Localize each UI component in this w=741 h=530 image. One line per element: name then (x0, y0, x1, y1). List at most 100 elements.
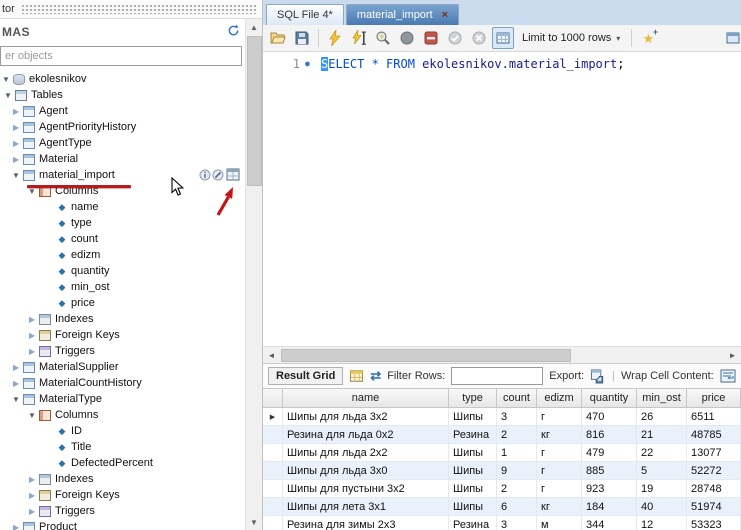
column-header[interactable]: type (449, 389, 497, 407)
row-selector[interactable] (263, 516, 283, 530)
save-snippet-icon[interactable]: ★+ (637, 27, 659, 49)
column-header[interactable]: quantity (582, 389, 637, 407)
scrollbar-thumb[interactable] (247, 36, 262, 186)
cell[interactable]: 3 (497, 408, 537, 425)
tree-item-columns[interactable]: ▼Columns (0, 407, 262, 423)
scroll-right-icon[interactable]: ► (724, 351, 741, 360)
cell[interactable]: Шипы (449, 498, 497, 515)
table-row[interactable]: Шипы для льда 3x0 Шипы 9 г 885 5 52272 (263, 462, 741, 480)
panel-grip[interactable] (21, 4, 256, 14)
tree-item-schema[interactable]: ▼ekolesnikov (0, 71, 262, 87)
tree-item-indexes[interactable]: ▶Indexes (0, 311, 262, 327)
cell[interactable]: 5 (637, 462, 687, 479)
cell[interactable]: 52272 (687, 462, 741, 479)
expand-icon[interactable]: ▼ (27, 411, 37, 420)
tree-item-column[interactable]: ◆name (0, 199, 262, 215)
row-selector[interactable] (263, 426, 283, 443)
open-script-icon[interactable] (267, 27, 289, 49)
cell[interactable]: кг (537, 498, 582, 515)
cell[interactable]: 816 (582, 426, 637, 443)
expand-icon[interactable]: ▶ (27, 315, 37, 324)
explain-icon[interactable] (372, 27, 394, 49)
cell[interactable]: 1 (497, 444, 537, 461)
tree-item-tables[interactable]: ▼Tables (0, 87, 262, 103)
cell[interactable]: Шипы для лета 3x1 (283, 498, 449, 515)
scroll-up-icon[interactable]: ▲ (246, 19, 262, 35)
cell[interactable]: 2 (497, 480, 537, 497)
expand-icon[interactable]: ▼ (11, 395, 21, 404)
cell[interactable]: 40 (637, 498, 687, 515)
cell[interactable]: 51974 (687, 498, 741, 515)
cell[interactable]: 26 (637, 408, 687, 425)
cell[interactable]: 923 (582, 480, 637, 497)
cell[interactable]: г (537, 408, 582, 425)
table-row[interactable]: Шипы для лета 3x1 Шипы 6 кг 184 40 51974 (263, 498, 741, 516)
tree-item-column[interactable]: ◆count (0, 231, 262, 247)
cell[interactable]: 6511 (687, 408, 741, 425)
tree-item-foreign-keys[interactable]: ▶Foreign Keys (0, 327, 262, 343)
editor-horizontal-scrollbar[interactable]: ◄ ► (263, 346, 741, 363)
expand-icon[interactable]: ▼ (11, 171, 21, 180)
cell[interactable]: 885 (582, 462, 637, 479)
export-icon[interactable] (590, 369, 606, 384)
save-script-icon[interactable] (291, 27, 313, 49)
cell[interactable]: Шипы для льда 2x2 (283, 444, 449, 461)
cell[interactable]: Шипы (449, 408, 497, 425)
cell[interactable]: кг (537, 426, 582, 443)
tab-material-import[interactable]: material_import× (346, 4, 459, 25)
cell[interactable]: Шипы (449, 462, 497, 479)
row-selector[interactable]: ▶ (263, 408, 283, 425)
scrollbar-thumb[interactable] (281, 349, 571, 362)
cell[interactable]: г (537, 480, 582, 497)
table-row[interactable]: Шипы для льда 2x2 Шипы 1 г 479 22 13077 (263, 444, 741, 462)
expand-icon[interactable]: ▶ (27, 491, 37, 500)
refresh-grid-icon[interactable]: ⇄ (370, 368, 381, 384)
execute-current-statement-icon[interactable] (348, 27, 370, 49)
row-selector[interactable] (263, 462, 283, 479)
sql-editor[interactable]: 1 ● SELECT * FROM ekolesnikov.material_i… (263, 52, 741, 346)
cell[interactable]: 12 (637, 516, 687, 530)
cell[interactable]: 21 (637, 426, 687, 443)
tab-sql-file[interactable]: SQL File 4* (266, 4, 344, 25)
commit-icon[interactable] (444, 27, 466, 49)
tree-item-triggers[interactable]: ▶Triggers (0, 503, 262, 519)
cell[interactable]: 13077 (687, 444, 741, 461)
expand-icon[interactable]: ▶ (27, 475, 37, 484)
expand-icon[interactable]: ▶ (11, 139, 21, 148)
cell[interactable]: Шипы (449, 444, 497, 461)
table-row[interactable]: Резина для льда 0x2 Резина 2 кг 816 21 4… (263, 426, 741, 444)
cell[interactable]: 2 (497, 426, 537, 443)
cell[interactable]: Резина (449, 516, 497, 530)
table-info-icon[interactable] (199, 169, 211, 181)
tree-item-materialtype[interactable]: ▼MaterialType (0, 391, 262, 407)
cell[interactable]: 9 (497, 462, 537, 479)
select-rows-grid-icon[interactable] (226, 168, 240, 181)
tree-item-column[interactable]: ◆type (0, 215, 262, 231)
tree-item-table[interactable]: ▶Material (0, 151, 262, 167)
column-header[interactable]: count (497, 389, 537, 407)
tree-item-table[interactable]: ▶Agent (0, 103, 262, 119)
expand-icon[interactable]: ▶ (27, 347, 37, 356)
cell[interactable]: 28748 (687, 480, 741, 497)
column-header[interactable]: name (283, 389, 449, 407)
wrap-cell-content-icon[interactable] (720, 369, 736, 383)
cell[interactable]: 184 (582, 498, 637, 515)
cell[interactable]: 479 (582, 444, 637, 461)
tree-item-columns[interactable]: ▼Columns (0, 183, 262, 199)
cell[interactable]: м (537, 516, 582, 530)
cell[interactable]: 6 (497, 498, 537, 515)
tree-item-table[interactable]: ▶MaterialCountHistory (0, 375, 262, 391)
tree-item-column[interactable]: ◆price (0, 295, 262, 311)
cell[interactable]: 53323 (687, 516, 741, 530)
expand-icon[interactable]: ▶ (11, 155, 21, 164)
cell[interactable]: Шипы для льда 3x2 (283, 408, 449, 425)
column-header[interactable]: edizm (537, 389, 582, 407)
tree-item-indexes[interactable]: ▶Indexes (0, 471, 262, 487)
tree-item-table[interactable]: ▶AgentType (0, 135, 262, 151)
refresh-schemas-icon[interactable] (227, 24, 240, 40)
limit-rows-toggle-icon[interactable] (492, 27, 514, 49)
scroll-down-icon[interactable]: ▼ (246, 514, 262, 530)
cell[interactable]: 48785 (687, 426, 741, 443)
cell[interactable]: Резина для льда 0x2 (283, 426, 449, 443)
grid-corner[interactable] (263, 389, 283, 407)
